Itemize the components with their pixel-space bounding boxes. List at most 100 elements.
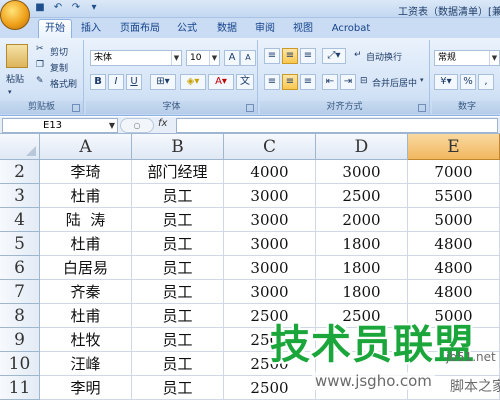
cell-b[interactable]: 员工 (132, 208, 224, 232)
underline-button[interactable]: U (126, 74, 142, 90)
paste-button[interactable]: 粘贴 (6, 72, 24, 85)
row-header[interactable]: 9 (0, 328, 40, 352)
paste-dropdown-icon[interactable]: ▾ (8, 88, 12, 96)
cell-c[interactable]: 3000 (224, 256, 316, 280)
copy-button[interactable]: 复制 (50, 61, 68, 74)
cell-c[interactable]: 3000 (224, 208, 316, 232)
redo-icon[interactable]: ↷ (70, 2, 82, 14)
cell-b[interactable]: 员工 (132, 184, 224, 208)
cell-b[interactable]: 员工 (132, 232, 224, 256)
tab-formulas[interactable]: 公式 (172, 20, 202, 38)
cell-a[interactable]: 李琦 (40, 160, 132, 184)
cell-b[interactable]: 员工 (132, 328, 224, 352)
formula-input[interactable] (176, 118, 498, 133)
tab-insert[interactable]: 插入 (76, 20, 106, 38)
insert-function-button[interactable]: fx (158, 118, 167, 129)
cell-e[interactable]: 7000 (408, 160, 500, 184)
save-icon[interactable]: ■ (34, 2, 46, 14)
row-header[interactable]: 10 (0, 352, 40, 376)
customize-qat-icon[interactable]: ▾ (88, 2, 100, 14)
formula-bar-splitter[interactable]: ○ (120, 118, 154, 133)
row-header[interactable]: 2 (0, 160, 40, 184)
tab-home[interactable]: 开始 (38, 19, 72, 38)
font-size-combo[interactable]: 10 ▼ (186, 50, 220, 66)
cell-e[interactable]: 5500 (408, 184, 500, 208)
cell-e[interactable]: 4800 (408, 232, 500, 256)
cell-c[interactable]: 4000 (224, 160, 316, 184)
decrease-indent-icon[interactable]: ⇤ (322, 74, 338, 90)
comma-button[interactable]: , (478, 74, 494, 90)
cell-a[interactable]: 白居易 (40, 256, 132, 280)
cell-a[interactable]: 杜甫 (40, 304, 132, 328)
format-painter-icon[interactable]: ✎ (36, 76, 44, 86)
wrap-text-icon[interactable]: ↵ (354, 50, 362, 60)
row-header[interactable]: 7 (0, 280, 40, 304)
orientation-icon[interactable]: ⤢▾ (322, 48, 346, 64)
column-header-b[interactable]: B (132, 134, 224, 160)
clipboard-launcher-icon[interactable] (72, 104, 80, 112)
tab-view[interactable]: 视图 (288, 20, 318, 38)
format-painter-button[interactable]: 格式刷 (50, 77, 77, 90)
wrap-text-button[interactable]: 自动换行 (366, 50, 402, 63)
cell-b[interactable]: 员工 (132, 352, 224, 376)
cell-a[interactable]: 杜牧 (40, 328, 132, 352)
cell-a[interactable]: 齐秦 (40, 280, 132, 304)
border-icon[interactable]: ⊞▾ (150, 74, 176, 90)
office-button[interactable] (0, 0, 30, 30)
cell-a[interactable]: 杜甫 (40, 184, 132, 208)
font-name-combo[interactable]: 宋体 ▼ (90, 50, 182, 66)
cell-c[interactable]: 3000 (224, 280, 316, 304)
row-header[interactable]: 3 (0, 184, 40, 208)
percent-button[interactable]: % (460, 74, 476, 90)
cell-b[interactable]: 部门经理 (132, 160, 224, 184)
cut-icon[interactable]: ✂ (36, 44, 44, 54)
align-middle-icon[interactable]: ≡ (282, 48, 298, 64)
cell-d[interactable]: 3000 (316, 160, 408, 184)
chevron-down-icon[interactable]: ▼ (209, 51, 219, 65)
copy-icon[interactable]: ❐ (36, 60, 44, 70)
font-launcher-icon[interactable] (246, 104, 254, 112)
cell-a[interactable]: 李明 (40, 376, 132, 400)
column-header-d[interactable]: D (316, 134, 408, 160)
cell-e[interactable]: 4800 (408, 256, 500, 280)
cell-d[interactable]: 1800 (316, 280, 408, 304)
undo-icon[interactable]: ↶ (52, 2, 64, 14)
cell-b[interactable]: 员工 (132, 304, 224, 328)
increase-indent-icon[interactable]: ⇥ (340, 74, 356, 90)
cell-e[interactable]: 4800 (408, 280, 500, 304)
align-left-icon[interactable]: ≡ (264, 74, 280, 90)
cell-d[interactable]: 1800 (316, 256, 408, 280)
tab-review[interactable]: 审阅 (250, 20, 280, 38)
cell-b[interactable]: 员工 (132, 280, 224, 304)
chevron-down-icon[interactable]: ▼ (109, 119, 115, 132)
align-center-icon[interactable]: ≡ (282, 74, 298, 90)
name-box[interactable]: E13 ▼ (2, 118, 118, 133)
currency-icon[interactable]: ¥▾ (434, 74, 458, 90)
shrink-font-icon[interactable]: A (240, 50, 256, 66)
cell-d[interactable]: 2500 (316, 184, 408, 208)
italic-button[interactable]: I (108, 74, 124, 90)
paste-icon[interactable] (6, 44, 28, 68)
cell-c[interactable]: 2500 (224, 376, 316, 400)
cell-b[interactable]: 员工 (132, 376, 224, 400)
row-header[interactable]: 8 (0, 304, 40, 328)
align-right-icon[interactable]: ≡ (300, 74, 316, 90)
cell-a[interactable]: 汪峰 (40, 352, 132, 376)
chevron-down-icon[interactable]: ▼ (489, 51, 499, 65)
cell-e[interactable]: 5000 (408, 208, 500, 232)
column-header-a[interactable]: A (40, 134, 132, 160)
tab-acrobat[interactable]: Acrobat (328, 20, 374, 38)
grow-font-icon[interactable]: A (224, 50, 240, 66)
tab-data[interactable]: 数据 (212, 20, 242, 38)
cut-button[interactable]: 剪切 (50, 45, 68, 58)
fill-color-icon[interactable]: ◈▾ (180, 74, 206, 90)
phonetic-icon[interactable]: 文 (236, 74, 254, 90)
font-color-icon[interactable]: A▾ (208, 74, 234, 90)
tab-page-layout[interactable]: 页面布局 (114, 20, 166, 38)
align-top-icon[interactable]: ≡ (264, 48, 280, 64)
align-bottom-icon[interactable]: ≡ (300, 48, 316, 64)
cell-d[interactable]: 2000 (316, 208, 408, 232)
row-header[interactable]: 6 (0, 256, 40, 280)
select-all-button[interactable] (0, 134, 40, 160)
column-header-c[interactable]: C (224, 134, 316, 160)
